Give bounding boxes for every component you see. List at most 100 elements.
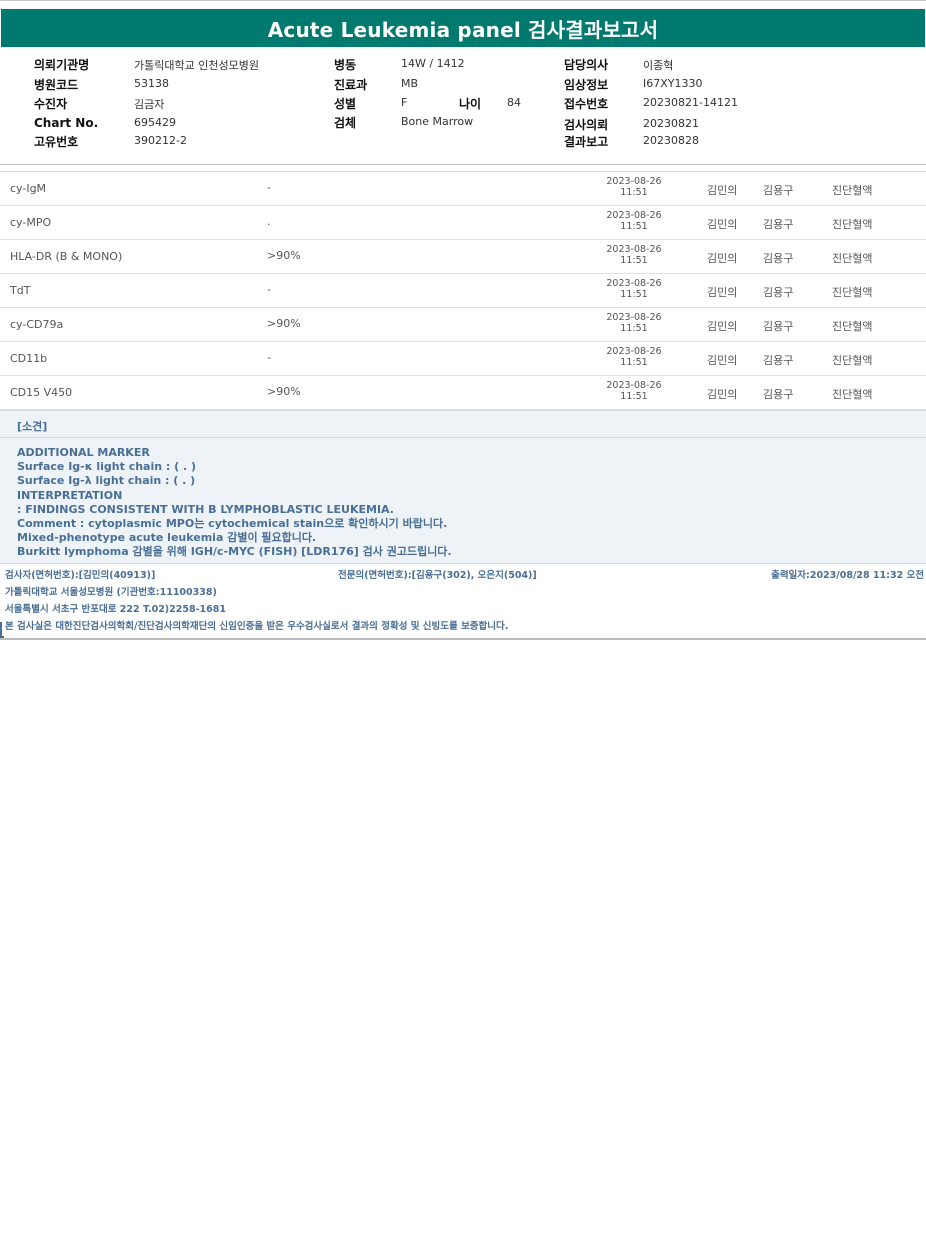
label-unique-no: 고유번호	[34, 135, 79, 149]
label-request-date: 검사의뢰	[564, 118, 609, 132]
test-time: 11:51	[620, 221, 648, 232]
test-value: .	[267, 215, 271, 228]
value-age: 84	[507, 96, 521, 109]
tester-name: 김민의	[707, 388, 738, 401]
footer-address: 서울특별시 서초구 반포대로 222 T.02)2258-1681	[5, 604, 226, 615]
table-row: cy-MPO . 2023-08-26 11:51 김민의 김용구 진단혈액	[0, 206, 926, 240]
table-row: CD11b - 2023-08-26 11:51 김민의 김용구 진단혈액	[0, 342, 926, 376]
value-receipt-no: 20230821-14121	[643, 96, 738, 109]
test-date: 2023-08-26	[606, 380, 662, 391]
test-time: 11:51	[620, 289, 648, 300]
value-specimen: Bone Marrow	[401, 115, 474, 128]
doctor-name: 김용구	[763, 320, 794, 333]
opinion-heading: [소견]	[17, 420, 48, 433]
patient-info: 의뢰기관명 가톨릭대학교 인천성모병원 병원코드 53138 수진자 김금자 C…	[0, 47, 926, 165]
test-name: cy-CD79a	[10, 318, 64, 331]
opinion-line: : FINDINGS CONSISTENT WITH B LYMPHOBLAST…	[17, 502, 394, 516]
value-department: MB	[401, 77, 419, 90]
test-datetime: 2023-08-26 11:51	[596, 210, 672, 232]
footer-corner-mark	[0, 622, 4, 638]
value-request-date: 20230821	[643, 117, 699, 130]
value-ward: 14W / 1412	[401, 57, 465, 70]
report-title: Acute Leukemia panel 검사결과보고서	[267, 17, 659, 42]
tester-name: 김민의	[707, 218, 738, 231]
label-chart-no: Chart No.	[34, 116, 99, 130]
table-row: cy-IgM - 2023-08-26 11:51 김민의 김용구 진단혈액	[0, 172, 926, 206]
department-name: 진단혈액	[832, 252, 873, 265]
opinion-line: INTERPRETATION	[17, 488, 123, 502]
department-name: 진단혈액	[832, 354, 873, 367]
label-specimen: 검체	[334, 116, 357, 130]
value-requesting-institution: 가톨릭대학교 인천성모병원	[134, 59, 259, 72]
label-clinical-info: 임상정보	[564, 78, 609, 92]
test-time: 11:51	[620, 391, 648, 402]
label-report-date: 결과보고	[564, 135, 609, 149]
department-name: 진단혈액	[832, 184, 873, 197]
label-attending-doctor: 담당의사	[564, 58, 609, 72]
doctor-name: 김용구	[763, 354, 794, 367]
footer-tester: 검사자(면허번호):[김민의(40913)]	[5, 570, 156, 581]
report-title-bar: Acute Leukemia panel 검사결과보고서	[1, 9, 925, 47]
test-date: 2023-08-26	[606, 346, 662, 357]
test-name: TdT	[10, 284, 31, 297]
tester-name: 김민의	[707, 286, 738, 299]
test-name: cy-MPO	[10, 216, 52, 229]
doctor-name: 김용구	[763, 252, 794, 265]
value-attending-doctor: 이종혁	[643, 59, 674, 72]
tester-name: 김민의	[707, 354, 738, 367]
test-date: 2023-08-26	[606, 244, 662, 255]
doctor-name: 김용구	[763, 184, 794, 197]
top-border	[0, 0, 926, 8]
test-date: 2023-08-26	[606, 278, 662, 289]
test-date: 2023-08-26	[606, 312, 662, 323]
department-name: 진단혈액	[832, 320, 873, 333]
opinion-line: Comment : cytoplasmic MPO는 cytochemical …	[17, 517, 448, 531]
label-sex: 성별	[334, 97, 357, 111]
test-datetime: 2023-08-26 11:51	[596, 176, 672, 198]
test-time: 11:51	[620, 255, 648, 266]
table-row: TdT - 2023-08-26 11:51 김민의 김용구 진단혈액	[0, 274, 926, 308]
opinion-line: Surface Ig-κ light chain : ( . )	[17, 460, 197, 474]
label-patient: 수진자	[34, 97, 68, 111]
test-value: >90%	[267, 385, 301, 398]
tester-name: 김민의	[707, 320, 738, 333]
test-time: 11:51	[620, 323, 648, 334]
tester-name: 김민의	[707, 252, 738, 265]
opinion-line: Mixed-phenotype acute leukemia 감별이 필요합니다…	[17, 531, 317, 545]
opinion-text: ADDITIONAL MARKER Surface Ig-κ light cha…	[17, 446, 452, 560]
label-age: 나이	[459, 97, 482, 111]
opinion-line: ADDITIONAL MARKER	[17, 446, 150, 459]
tester-name: 김민의	[707, 184, 738, 197]
value-sex: F	[401, 96, 408, 109]
test-value: >90%	[267, 317, 301, 330]
test-name: HLA-DR (B & MONO)	[10, 250, 123, 263]
label-hospital-code: 병원코드	[34, 78, 79, 92]
test-datetime: 2023-08-26 11:51	[596, 244, 672, 266]
department-name: 진단혈액	[832, 286, 873, 299]
test-value: -	[267, 181, 271, 194]
report-footer: 검사자(면허번호):[김민의(40913)] 전문의(면허번호):[김용구(30…	[0, 564, 926, 640]
footer-certification: 본 검사실은 대한진단검사의학회/진단검사의학재단의 신임인증을 받은 우수검사…	[5, 621, 509, 632]
test-datetime: 2023-08-26 11:51	[596, 346, 672, 368]
label-receipt-no: 접수번호	[564, 97, 609, 111]
opinion-line: Burkitt lymphoma 감별을 위해 IGH/c-MYC (FISH)…	[17, 545, 452, 559]
department-name: 진단혈액	[832, 218, 873, 231]
opinion-section: [소견] ADDITIONAL MARKER Surface Ig-κ ligh…	[0, 410, 926, 564]
value-patient: 김금자	[134, 98, 165, 111]
test-date: 2023-08-26	[606, 210, 662, 221]
value-chart-no: 695429	[134, 116, 176, 129]
footer-specialist: 전문의(면허번호):[김용구(302), 오은지(504)]	[338, 570, 537, 581]
doctor-name: 김용구	[763, 388, 794, 401]
test-datetime: 2023-08-26 11:51	[596, 278, 672, 300]
test-time: 11:51	[620, 187, 648, 198]
test-name: cy-IgM	[10, 182, 47, 195]
label-requesting-institution: 의뢰기관명	[34, 58, 90, 72]
test-datetime: 2023-08-26 11:51	[596, 312, 672, 334]
value-unique-no: 390212-2	[134, 134, 187, 147]
test-value: -	[267, 283, 271, 296]
department-name: 진단혈액	[832, 388, 873, 401]
label-department: 진료과	[334, 78, 368, 92]
results-table: cy-IgM - 2023-08-26 11:51 김민의 김용구 진단혈액 cy…	[0, 172, 926, 410]
section-divider	[0, 165, 926, 172]
opinion-line: Surface Ig-λ light chain : ( . )	[17, 474, 196, 488]
